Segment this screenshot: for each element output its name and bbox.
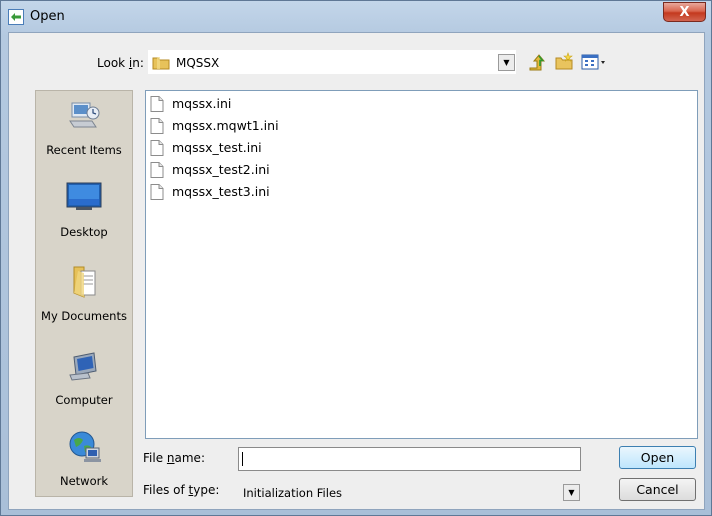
look-in-value: MQSSX (176, 56, 220, 70)
place-label: Desktop (60, 225, 108, 239)
place-my-documents[interactable]: My Documents (36, 263, 132, 343)
file-icon (150, 118, 164, 134)
up-one-level-icon[interactable] (527, 52, 547, 72)
dialog-body: Look in: MQSSX ▼ Recent Items Desktop My… (8, 32, 705, 510)
title-bar[interactable]: Open X (1, 1, 711, 33)
file-name-input[interactable] (238, 447, 581, 471)
place-recent-items[interactable]: Recent Items (36, 97, 132, 177)
place-label: My Documents (41, 309, 127, 323)
file-type-label: Files of type: (143, 483, 220, 497)
places-bar: Recent Items Desktop My Documents Comput… (35, 90, 133, 497)
app-icon (8, 9, 24, 25)
window-title: Open (30, 9, 65, 24)
place-network[interactable]: Network (36, 430, 132, 510)
computer-icon (69, 352, 97, 381)
text-caret (242, 452, 243, 466)
file-name-label: File name: (143, 451, 205, 465)
file-list[interactable]: mqssx.ini mqssx.mqwt1.ini mqssx_test.ini… (145, 90, 698, 439)
look-in-dropdown-button[interactable]: ▼ (498, 54, 515, 71)
file-icon (150, 184, 164, 200)
chevron-down-icon: ▼ (568, 488, 575, 497)
open-dialog: Open X Look in: MQSSX ▼ Recent Items Des… (0, 0, 712, 516)
file-name: mqssx_test2.ini (172, 162, 270, 177)
file-icon (150, 96, 164, 112)
network-icon (69, 431, 101, 462)
open-button[interactable]: Open (619, 446, 696, 469)
file-type-value: Initialization Files (243, 486, 343, 500)
place-label: Computer (55, 393, 113, 407)
look-in-combobox[interactable]: MQSSX ▼ (147, 49, 517, 75)
place-desktop[interactable]: Desktop (36, 179, 132, 259)
file-type-combobox[interactable]: Initialization Files ▼ (238, 477, 581, 504)
folder-icon (152, 57, 170, 70)
place-label: Network (59, 474, 109, 488)
file-name: mqssx.ini (172, 96, 232, 111)
close-icon: X (679, 5, 690, 20)
file-name: mqssx_test.ini (172, 140, 262, 155)
recent-items-icon (69, 102, 100, 128)
file-type-dropdown-button[interactable]: ▼ (563, 484, 580, 501)
file-name: mqssx_test3.ini (172, 184, 270, 199)
file-icon (150, 162, 164, 178)
cancel-button[interactable]: Cancel (619, 478, 696, 501)
place-computer[interactable]: Computer (36, 347, 132, 427)
look-in-label: Look in: (97, 56, 144, 70)
view-menu-icon[interactable] (580, 52, 608, 72)
chevron-down-icon: ▼ (503, 58, 510, 67)
my-documents-icon (73, 266, 96, 298)
desktop-icon (66, 182, 102, 210)
file-name: mqssx.mqwt1.ini (172, 118, 279, 133)
new-folder-icon[interactable] (554, 52, 574, 72)
file-icon (150, 140, 164, 156)
place-label: Recent Items (46, 143, 122, 157)
close-button[interactable]: X (663, 2, 706, 22)
